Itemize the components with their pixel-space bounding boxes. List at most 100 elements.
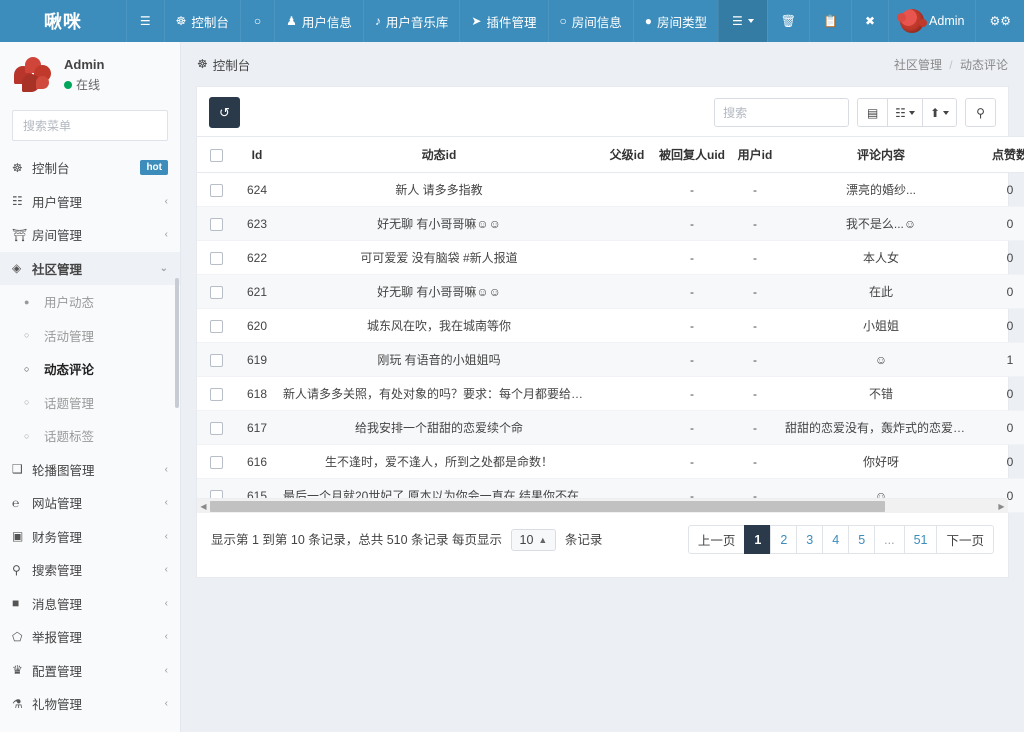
column-header-parent-id[interactable]: 父级id (599, 137, 655, 173)
row-checkbox[interactable] (210, 320, 223, 333)
table-row[interactable]: 616生不逢时，爱不逢人，所到之处都是命数！--你好呀0 (197, 445, 1024, 479)
nav-item-label: 用户信息 (302, 12, 352, 31)
pagination-button[interactable]: 2 (770, 525, 797, 554)
nav-settings-button[interactable]: ⚙⚙ (975, 0, 1024, 42)
scroll-right-arrow-icon[interactable]: ▶ (995, 502, 1008, 511)
sidebar-scrollbar[interactable] (175, 278, 179, 408)
table-row[interactable]: 622可可爱爱 没有脑袋 #新人报道--本人女0 (197, 241, 1024, 275)
cell-likes: 0 (981, 173, 1024, 207)
row-checkbox[interactable] (210, 286, 223, 299)
cell-dynamic-id: 城东风在吹，我在城南等你 (279, 309, 599, 343)
pagination-button[interactable]: 3 (796, 525, 823, 554)
column-header-comment[interactable]: 评论内容 (781, 137, 981, 173)
table-row[interactable]: 624新人 请多多指教--漂亮的婚纱...0 (197, 173, 1024, 207)
pagination-button[interactable]: 下一页 (936, 525, 994, 554)
column-header-user-id[interactable]: 用户id (729, 137, 781, 173)
gift-icon: ⚗ (12, 697, 32, 711)
sidebar-item-gift-management[interactable]: ⚗ 礼物管理 ‹ (0, 687, 180, 721)
report-icon: ⬠ (12, 630, 32, 644)
advanced-search-button[interactable]: ⚲ (965, 98, 996, 127)
page-size-selector[interactable]: 10 ▲ (511, 529, 557, 551)
nav-item-room-info[interactable]: ○ 房间信息 (548, 0, 633, 42)
sidebar-item-message-management[interactable]: ■ 消息管理 ‹ (0, 587, 180, 621)
row-checkbox[interactable] (210, 354, 223, 367)
table-footer: 显示第 1 到第 10 条记录，总共 510 条记录 每页显示 10 ▲ 条记录… (197, 513, 1008, 566)
table-row[interactable]: 618新人请多多关照，有处对象的吗？要求：每个月都要给我买礼物👔--不错0 (197, 377, 1024, 411)
table-horizontal-scrollbar[interactable]: ◀ ▶ (197, 498, 1008, 513)
sidebar-badge-hot: hot (140, 160, 168, 175)
table-row[interactable]: 619刚玩 有语音的小姐姐吗--☺1 (197, 343, 1024, 377)
nav-more-menu-button[interactable]: ☰ (718, 0, 767, 42)
sidebar-item-carousel-management[interactable]: ❑ 轮播图管理 ‹ (0, 453, 180, 487)
nav-item-user-info[interactable]: ♟ 用户信息 (274, 0, 363, 42)
columns-button[interactable]: ☷ (887, 98, 923, 127)
sidebar-item-config-management[interactable]: ♛ 配置管理 ‹ (0, 654, 180, 688)
row-checkbox[interactable] (210, 388, 223, 401)
table-row[interactable]: 620城东风在吹，我在城南等你--小姐姐0 (197, 309, 1024, 343)
cell-likes: 0 (981, 241, 1024, 275)
refresh-button[interactable]: ↺ (209, 97, 240, 128)
sidebar-item-item-management[interactable]: ○ 物品管理 (0, 721, 180, 732)
sidebar-item-room-management[interactable]: ⛩ 房间管理 ‹ (0, 218, 180, 252)
sidebar-item-topic-management[interactable]: ○ 话题管理 (0, 386, 180, 420)
nav-item-room-type[interactable]: ● 房间类型 (633, 0, 718, 42)
table-row[interactable]: 623好无聊 有小哥哥嘛☺☺--我不是么...☺0 (197, 207, 1024, 241)
toggle-view-button[interactable]: ▤ (857, 98, 888, 127)
sidebar-item-user-management[interactable]: ☷ 用户管理 ‹ (0, 185, 180, 219)
pagination-button[interactable]: 4 (822, 525, 849, 554)
cell-replied-uid: - (655, 411, 729, 445)
table-row[interactable]: 621好无聊 有小哥哥嘛☺☺--在此0 (197, 275, 1024, 309)
sidebar-item-community-management[interactable]: ◈ 社区管理 ⌄ (0, 252, 180, 286)
sidebar-item-topic-tags[interactable]: ○ 话题标签 (0, 419, 180, 453)
sidebar-item-report-management[interactable]: ⬠ 举报管理 ‹ (0, 620, 180, 654)
chevron-left-icon: ‹ (165, 564, 168, 575)
table-search-input[interactable] (714, 98, 849, 127)
scroll-left-arrow-icon[interactable]: ◀ (197, 502, 210, 511)
nav-clipboard-button[interactable]: 📋 (809, 0, 851, 42)
row-checkbox[interactable] (210, 218, 223, 231)
sidebar-item-website-management[interactable]: ℮ 网站管理 ‹ (0, 486, 180, 520)
export-button[interactable]: ⬆ (922, 98, 957, 127)
sidebar-user-panel[interactable]: Admin 在线 (0, 42, 180, 110)
pagination-button[interactable]: 51 (904, 525, 938, 554)
table-row[interactable]: 617给我安排一个甜甜的恋爱续个命--甜甜的恋爱没有，轰炸式的恋爱，你要吗？0 (197, 411, 1024, 445)
row-checkbox[interactable] (210, 422, 223, 435)
menu-search-box[interactable]: ⚲ (12, 110, 168, 141)
nav-item-music-library[interactable]: ♪ 用户音乐库 (363, 0, 460, 42)
column-header-replied-uid[interactable]: 被回复人uid (655, 137, 729, 173)
cell-parent-id (599, 377, 655, 411)
menu-search-input[interactable] (21, 118, 180, 134)
app-logo[interactable]: 啾咪 (0, 0, 126, 42)
nav-item-circle[interactable]: ○ (240, 0, 274, 42)
sidebar-item-activity-management[interactable]: ○ 活动管理 (0, 319, 180, 353)
row-checkbox[interactable] (210, 456, 223, 469)
nav-trash-button[interactable]: 🗑 (767, 0, 809, 42)
pagination-button[interactable]: 5 (848, 525, 875, 554)
cell-replied-uid: - (655, 275, 729, 309)
nav-user-menu[interactable]: Admin (888, 0, 975, 42)
sidebar-item-finance-management[interactable]: ▣ 财务管理 ‹ (0, 520, 180, 554)
pagination-button[interactable]: 1 (744, 525, 771, 554)
row-checkbox[interactable] (210, 184, 223, 197)
row-checkbox[interactable] (210, 252, 223, 265)
pagination-button[interactable]: 上一页 (688, 525, 746, 554)
sidebar-item-label: 网站管理 (32, 493, 165, 512)
select-all-checkbox[interactable] (210, 149, 223, 162)
breadcrumb-item-parent[interactable]: 社区管理 (894, 58, 942, 72)
clipboard-icon: 📋 (823, 15, 838, 27)
scrollbar-track[interactable] (210, 501, 995, 512)
scrollbar-thumb[interactable] (210, 501, 885, 512)
sidebar-item-user-moments[interactable]: ● 用户动态 (0, 285, 180, 319)
breadcrumb-separator: / (949, 58, 952, 72)
nav-item-dashboard[interactable]: ☸ 控制台 (164, 0, 240, 42)
nav-fullscreen-button[interactable]: ✖ (851, 0, 888, 42)
nav-item-plugin-management[interactable]: ➤ 插件管理 (459, 0, 547, 42)
music-icon: ♪ (375, 15, 381, 27)
sidebar-item-dashboard[interactable]: ☸ 控制台 hot (0, 151, 180, 185)
sidebar-toggle-button[interactable]: ☰ (126, 0, 164, 42)
column-header-dynamic-id[interactable]: 动态id (279, 137, 599, 173)
column-header-id[interactable]: Id (235, 137, 279, 173)
column-header-likes[interactable]: 点赞数 (981, 137, 1024, 173)
sidebar-item-search-management[interactable]: ⚲ 搜索管理 ‹ (0, 553, 180, 587)
sidebar-item-moment-comments[interactable]: ○ 动态评论 (0, 352, 180, 386)
